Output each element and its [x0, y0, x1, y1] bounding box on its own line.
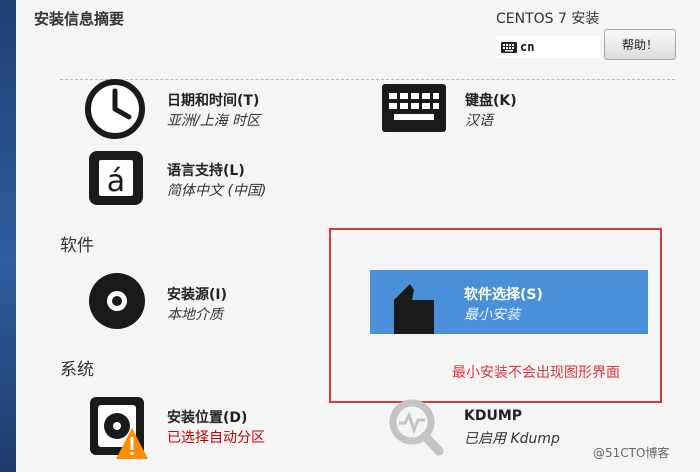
product-title: CENTOS 7 安装	[496, 11, 600, 27]
disc-icon	[89, 273, 145, 329]
spoke-kdump-status: 已启用 Kdump	[464, 431, 560, 447]
section-software: 软件	[60, 236, 94, 256]
spoke-datetime[interactable]: 日期和时间(T) 亚洲/上海 时区	[84, 78, 344, 140]
help-button[interactable]: 帮助！	[604, 29, 676, 60]
clock-icon	[85, 79, 145, 139]
spoke-datetime-status: 亚洲/上海 时区	[167, 113, 261, 129]
search-icon	[389, 399, 444, 456]
keyboard-layout-label: cn	[520, 40, 535, 54]
annotation-note: 最小安装不会出现图形界面	[452, 365, 620, 381]
keyboard-icon	[382, 84, 446, 132]
spoke-destination-name: 安装位置(D)	[167, 410, 248, 426]
spoke-source-status: 本地介质	[167, 307, 223, 323]
spoke-keyboard[interactable]: 键盘(K) 汉语	[382, 84, 642, 134]
page-title: 安装信息摘要	[34, 10, 125, 28]
spoke-kdump-name: KDUMP	[464, 408, 523, 424]
language-icon: á	[89, 151, 143, 205]
harddisk-icon	[90, 397, 148, 459]
spoke-keyboard-status: 汉语	[465, 113, 493, 129]
spoke-language-status: 简体中文 (中国)	[167, 183, 267, 199]
language-glyph: á	[107, 164, 125, 199]
spoke-keyboard-name: 键盘(K)	[465, 93, 517, 109]
spoke-source[interactable]: 安装源(I) 本地介质	[88, 272, 348, 332]
section-system: 系统	[60, 360, 94, 380]
spoke-language-name: 语言支持(L)	[167, 163, 245, 179]
sidebar-strip	[0, 0, 16, 472]
spoke-language[interactable]: á 语言支持(L) 简体中文 (中国)	[86, 148, 346, 210]
spoke-destination[interactable]: 安装位置(D) 已选择自动分区	[88, 395, 348, 459]
keyboard-small-icon	[501, 41, 517, 53]
spoke-datetime-name: 日期和时间(T)	[167, 93, 260, 109]
keyboard-layout-indicator[interactable]: cn	[496, 36, 600, 58]
watermark: @51CTO博客	[593, 446, 670, 460]
spoke-destination-status: 已选择自动分区	[167, 430, 265, 446]
spoke-source-name: 安装源(I)	[167, 287, 228, 303]
